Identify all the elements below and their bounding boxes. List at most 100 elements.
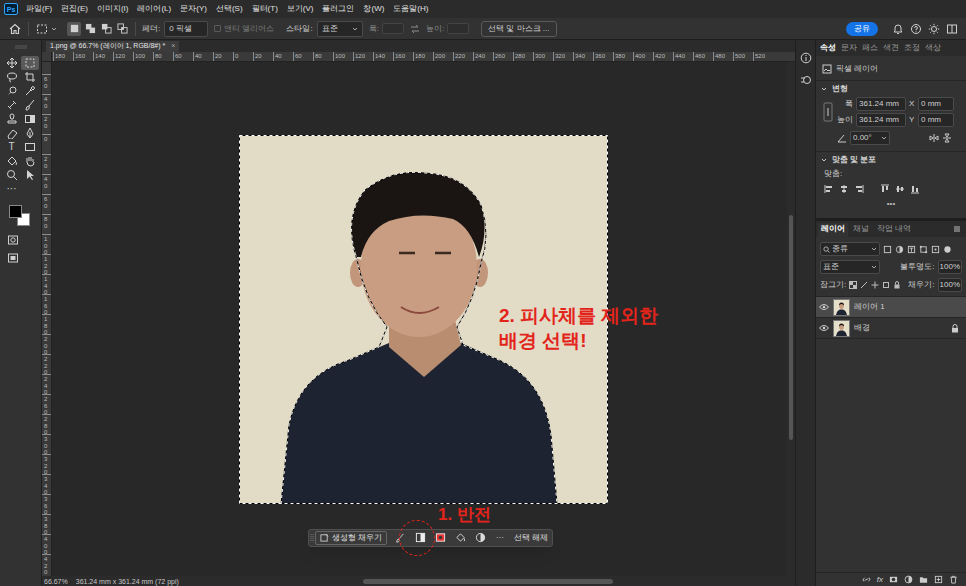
- lock-position-icon[interactable]: [871, 281, 879, 289]
- tool-button[interactable]: [21, 154, 39, 168]
- horizontal-scrollbar[interactable]: [187, 577, 795, 585]
- filter-shape-icon[interactable]: [919, 245, 928, 254]
- menu-item[interactable]: 창(W): [361, 3, 386, 15]
- align-center-icon[interactable]: [839, 184, 849, 194]
- workspace-icon[interactable]: [946, 23, 958, 35]
- panel-menu-icon[interactable]: [952, 224, 962, 234]
- flip-horizontal-icon[interactable]: [929, 133, 939, 143]
- bell-icon[interactable]: [892, 23, 904, 35]
- generative-fill-button[interactable]: 생성형 채우기: [315, 531, 387, 545]
- panel-tab[interactable]: 문자: [841, 42, 857, 54]
- tool-button[interactable]: [3, 126, 21, 140]
- filter-adjustment-icon[interactable]: [895, 245, 904, 254]
- document-tab[interactable]: 1.png @ 66.7% (레이어 1, RGB/8#) * ×: [46, 41, 179, 52]
- tool-button[interactable]: [21, 98, 39, 112]
- scroll-thumb[interactable]: [789, 215, 793, 440]
- tool-button[interactable]: [21, 140, 39, 154]
- tool-button[interactable]: [21, 70, 39, 84]
- filter-select[interactable]: 종류: [820, 242, 880, 256]
- tool-button[interactable]: [21, 84, 39, 98]
- layer-name[interactable]: 레이어 1: [854, 301, 946, 313]
- new-layer-icon[interactable]: [934, 575, 943, 584]
- filter-toggle-icon[interactable]: [943, 245, 952, 254]
- light-icon[interactable]: [928, 23, 940, 35]
- tool-button[interactable]: [21, 112, 39, 126]
- feather-input[interactable]: 0 픽셀: [164, 21, 208, 37]
- menu-item[interactable]: 문자(Y): [178, 3, 209, 15]
- menu-item[interactable]: 편집(E): [59, 3, 90, 15]
- panel-tab[interactable]: 색견: [883, 42, 899, 54]
- help-icon[interactable]: [910, 23, 922, 35]
- foreground-color-swatch[interactable]: [9, 205, 22, 218]
- angle-input[interactable]: 0.00°: [850, 131, 890, 145]
- deselect-button[interactable]: 선택 해제: [510, 532, 552, 544]
- filter-smart-icon[interactable]: [931, 245, 940, 254]
- panel-tab[interactable]: 작업 내역: [874, 223, 914, 237]
- tool-button[interactable]: [3, 154, 21, 168]
- more-options-button[interactable]: •••: [887, 198, 895, 210]
- align-middle-icon[interactable]: [895, 184, 905, 194]
- panel-tab[interactable]: 채널: [850, 223, 872, 237]
- menu-item[interactable]: 레이어(L): [135, 3, 173, 15]
- selection-mode-button[interactable]: [67, 22, 81, 36]
- tool-button[interactable]: [3, 56, 21, 70]
- swap-icon[interactable]: [410, 24, 420, 34]
- height-input[interactable]: [447, 23, 469, 34]
- lock-artboard-icon[interactable]: [882, 281, 890, 289]
- layer-name[interactable]: 배경: [854, 322, 946, 334]
- selection-mode-button[interactable]: [99, 22, 113, 36]
- align-bottom-icon[interactable]: [910, 184, 920, 194]
- menu-item[interactable]: 도움말(H): [391, 3, 430, 15]
- opacity-input[interactable]: 100%: [938, 260, 962, 274]
- layer-style-button[interactable]: fx: [877, 574, 883, 586]
- group-icon[interactable]: [919, 575, 928, 584]
- menu-item[interactable]: 필터(T): [250, 3, 280, 15]
- align-header[interactable]: 맞춤 및 분포: [816, 152, 966, 168]
- filter-pixel-icon[interactable]: [883, 245, 892, 254]
- link-layers-icon[interactable]: [862, 575, 871, 584]
- visibility-toggle[interactable]: [819, 302, 829, 312]
- menu-item[interactable]: 선택(S): [214, 3, 245, 15]
- menu-item[interactable]: 이미지(I): [95, 3, 131, 15]
- tool-button[interactable]: T: [3, 140, 21, 154]
- add-mask-icon[interactable]: [889, 575, 898, 584]
- layer-row[interactable]: 배경: [816, 318, 966, 339]
- tool-button[interactable]: [3, 112, 21, 126]
- panel-tab[interactable]: 속성: [820, 42, 836, 54]
- flip-vertical-icon[interactable]: [942, 133, 952, 143]
- app-logo[interactable]: Ps: [4, 3, 18, 15]
- y-input[interactable]: 0 mm: [918, 113, 954, 127]
- mask-button[interactable]: [430, 530, 450, 546]
- layer-row[interactable]: 레이어 1: [816, 297, 966, 318]
- select-and-mask-button[interactable]: 선택 및 마스크 ...: [481, 21, 556, 37]
- lock-all-icon[interactable]: [893, 281, 901, 289]
- brush-button[interactable]: [390, 530, 410, 546]
- share-button[interactable]: 공유: [846, 22, 878, 36]
- antialias-checkbox[interactable]: 앤티 앨리어스: [214, 23, 274, 35]
- visibility-toggle[interactable]: [819, 323, 829, 333]
- tool-button[interactable]: [21, 168, 39, 182]
- fill-input[interactable]: 100%: [938, 278, 962, 292]
- height-input[interactable]: 361.24 mm: [856, 113, 906, 127]
- home-icon[interactable]: [8, 23, 22, 35]
- panel-tab[interactable]: 패스: [862, 42, 878, 54]
- tool-button[interactable]: [3, 70, 21, 84]
- document[interactable]: 2. 피사체를 제외한배경 선택! 1. 반전 생성형 채우기: [239, 135, 608, 504]
- trash-icon[interactable]: [949, 575, 958, 584]
- panel-tab[interactable]: 색상: [925, 42, 941, 54]
- adjustment-layer-icon[interactable]: [904, 575, 913, 584]
- lock-pixels-icon[interactable]: [860, 281, 868, 289]
- close-tab-button[interactable]: ×: [171, 41, 175, 52]
- history-icon[interactable]: [800, 74, 812, 86]
- tool-button[interactable]: ···: [3, 182, 21, 196]
- zoom-level[interactable]: 66.67%: [44, 578, 68, 585]
- tool-button[interactable]: [21, 126, 39, 140]
- panel-tab[interactable]: 조정: [904, 42, 920, 54]
- info-icon[interactable]: [800, 52, 812, 64]
- menu-item[interactable]: 보기(V): [285, 3, 316, 15]
- style-select[interactable]: 표준: [317, 21, 363, 37]
- adjustment-button[interactable]: [470, 530, 490, 546]
- x-input[interactable]: 0 mm: [918, 97, 954, 111]
- selection-mode-button[interactable]: [83, 22, 97, 36]
- align-top-icon[interactable]: [880, 184, 890, 194]
